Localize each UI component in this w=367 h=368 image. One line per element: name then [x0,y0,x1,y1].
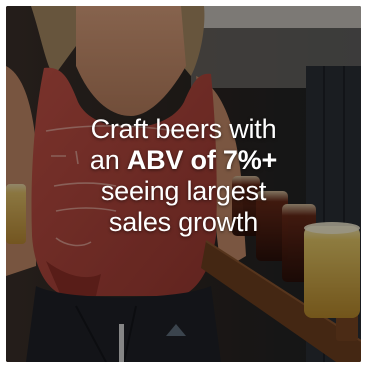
headline-line-4: sales growth [108,207,259,237]
headline-line-2: an ABV of 7%+ [6,145,361,176]
headline-text: Craft beers with an ABV of 7%+ seeing la… [6,114,361,238]
promo-card[interactable]: Craft beers with an ABV of 7%+ seeing la… [6,6,361,362]
headline-line-1: Craft beers with [90,114,277,144]
headline-line-3: seeing largest [100,176,267,206]
headline-line-2-prefix: an [89,145,127,175]
abv-highlight: ABV of 7%+ [126,145,278,175]
